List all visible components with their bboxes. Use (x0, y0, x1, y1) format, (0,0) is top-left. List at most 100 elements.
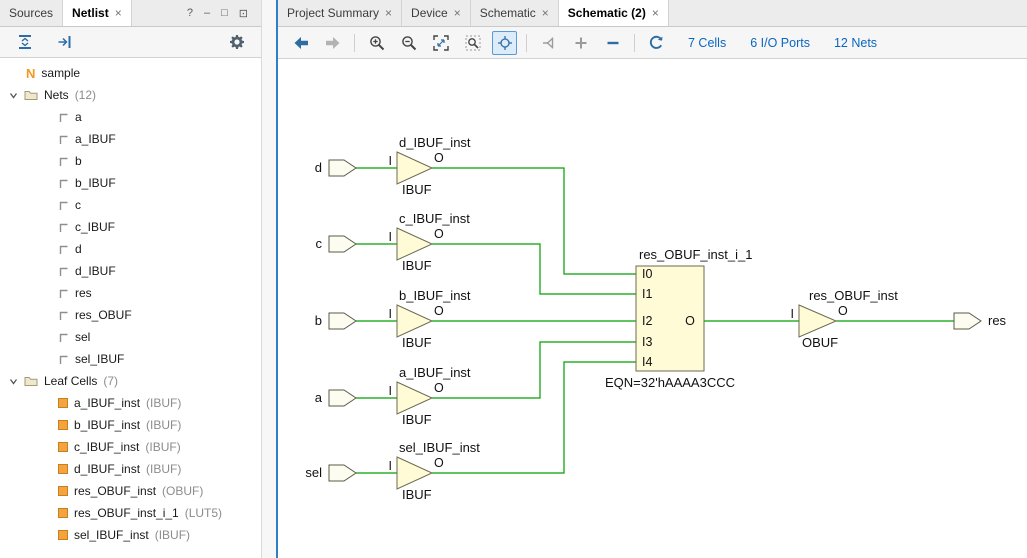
zoom-out-button[interactable] (396, 31, 421, 55)
schematic-toolbar: 7 Cells 6 I/O Ports 12 Nets (278, 27, 1027, 59)
cell-type: (IBUF) (146, 462, 181, 476)
tab-device[interactable]: Device × (402, 0, 471, 26)
wire-sel[interactable] (356, 362, 636, 473)
leaf-cell-item[interactable]: res_OBUF_inst(OBUF) (0, 480, 261, 502)
leaf-cell-item[interactable]: c_IBUF_inst(IBUF) (0, 436, 261, 458)
net-item[interactable]: sel (0, 326, 261, 348)
regenerate-button[interactable] (644, 31, 669, 55)
scroll-to-selected-button[interactable] (52, 30, 77, 54)
panel-splitter[interactable] (262, 0, 276, 558)
cell-name: c_IBUF_inst (74, 440, 139, 454)
net-item[interactable]: c_IBUF (0, 216, 261, 238)
leaf-cell-item[interactable]: b_IBUF_inst(IBUF) (0, 414, 261, 436)
net-item[interactable]: res (0, 282, 261, 304)
tab-label: Schematic (480, 6, 536, 20)
net-item-label: a_IBUF (75, 132, 116, 146)
net-item[interactable]: d_IBUF (0, 260, 261, 282)
schematic-stats: 7 Cells 6 I/O Ports 12 Nets (688, 36, 877, 50)
minimize-icon[interactable]: – (204, 7, 210, 19)
tab-schematic[interactable]: Schematic × (471, 0, 559, 26)
net-item[interactable]: d (0, 238, 261, 260)
lut5-res-obuf-inst-i-1[interactable]: res_OBUF_inst_i_1 I0 I1 I2 I3 I4 O EQN=3… (605, 247, 752, 390)
leaf-cell-item[interactable]: sel_IBUF_inst(IBUF) (0, 524, 261, 546)
cell-type-label: IBUF (402, 258, 432, 273)
collapse-all-button[interactable] (12, 30, 37, 54)
cell-icon (58, 420, 68, 430)
buffer-a-ibuf[interactable]: a_IBUF_inst I O IBUF (389, 365, 471, 427)
close-icon[interactable]: × (652, 6, 659, 20)
toolbar-separator (634, 34, 635, 52)
back-button[interactable] (288, 31, 313, 55)
chevron-down-icon[interactable] (8, 91, 18, 100)
netlist-tabbar: Sources Netlist × ? – □ ⊡ (0, 0, 261, 27)
pin-label-out: O (434, 227, 444, 241)
zoom-to-selection-button[interactable] (460, 31, 485, 55)
net-item[interactable]: a (0, 106, 261, 128)
input-port-d[interactable]: d (315, 160, 356, 176)
zoom-in-button[interactable] (364, 31, 389, 55)
close-icon[interactable]: × (454, 6, 461, 20)
help-icon[interactable]: ? (187, 7, 193, 19)
output-port-res[interactable]: res (954, 313, 1007, 329)
buffer-sel-ibuf[interactable]: sel_IBUF_inst I O IBUF (389, 440, 481, 502)
net-item[interactable]: a_IBUF (0, 128, 261, 150)
tree-item-leaf-cells-folder[interactable]: Leaf Cells (7) (0, 370, 261, 392)
cell-icon (58, 508, 68, 518)
remove-from-schematic-button[interactable] (600, 31, 625, 55)
add-to-schematic-button[interactable] (568, 31, 593, 55)
netlist-panel: Sources Netlist × ? – □ ⊡ (0, 0, 262, 558)
port-label: sel (305, 465, 322, 480)
pin-label-out: O (838, 304, 848, 318)
buffer-c-ibuf[interactable]: c_IBUF_inst I O IBUF (389, 211, 471, 273)
leaf-cell-item[interactable]: d_IBUF_inst(IBUF) (0, 458, 261, 480)
net-item[interactable]: sel_IBUF (0, 348, 261, 370)
input-port-b[interactable]: b (315, 313, 356, 329)
schematic-canvas[interactable]: d c b a sel (278, 59, 1027, 558)
forward-button[interactable] (320, 31, 345, 55)
input-port-c[interactable]: c (316, 236, 357, 252)
chevron-down-icon[interactable] (8, 377, 18, 386)
close-icon[interactable]: × (542, 6, 549, 20)
lut-equation: EQN=32'hAAAA3CCC (605, 375, 735, 390)
obuf-res[interactable]: res_OBUF_inst I O OBUF (791, 288, 899, 350)
net-item[interactable]: res_OBUF (0, 304, 261, 326)
net-item[interactable]: b (0, 150, 261, 172)
maximize-icon[interactable]: ⊡ (239, 7, 248, 20)
leaf-cell-item[interactable]: a_IBUF_inst(IBUF) (0, 392, 261, 414)
zoom-fit-button[interactable] (428, 31, 453, 55)
net-item-label: res (75, 286, 92, 300)
close-icon[interactable]: × (115, 6, 122, 20)
tab-project-summary[interactable]: Project Summary × (278, 0, 402, 26)
input-port-a[interactable]: a (315, 390, 356, 406)
tab-netlist[interactable]: Netlist × (63, 0, 132, 26)
leaf-cell-item[interactable]: res_OBUF_inst_i_1(LUT5) (0, 502, 261, 524)
settings-button[interactable] (224, 30, 249, 54)
pin-label-i0: I0 (642, 267, 652, 281)
instance-name: c_IBUF_inst (399, 211, 470, 226)
tab-sources[interactable]: Sources (0, 0, 63, 26)
net-item[interactable]: c (0, 194, 261, 216)
input-port-sel[interactable]: sel (305, 465, 356, 481)
buffer-d-ibuf[interactable]: d_IBUF_inst I O IBUF (389, 135, 471, 197)
tree-item-nets-folder[interactable]: Nets (12) (0, 84, 261, 106)
net-item[interactable]: b_IBUF (0, 172, 261, 194)
close-icon[interactable]: × (385, 6, 392, 20)
autofit-selection-toggle[interactable] (492, 31, 517, 55)
buffer-b-ibuf[interactable]: b_IBUF_inst I O IBUF (389, 288, 471, 350)
folder-icon (24, 89, 38, 101)
cell-type: (IBUF) (155, 528, 190, 542)
tree-item-root[interactable]: N sample (0, 62, 261, 84)
minus-icon (606, 36, 620, 50)
cell-name: b_IBUF_inst (74, 418, 140, 432)
tab-label: Project Summary (287, 6, 379, 20)
pin-label-out: O (685, 314, 695, 328)
tree-item-label: Leaf Cells (44, 374, 97, 388)
cell-icon (58, 464, 68, 474)
schematic-tabbar: Project Summary × Device × Schematic × S… (278, 0, 1027, 27)
float-window-icon[interactable]: □ (221, 7, 228, 19)
tab-netlist-label: Netlist (72, 6, 109, 20)
io-ports-count: 6 I/O Ports (750, 36, 810, 50)
tab-schematic-2[interactable]: Schematic (2) × (559, 0, 669, 26)
expand-cone-button[interactable] (536, 31, 561, 55)
schematic-drawing[interactable]: d c b a sel (278, 59, 1027, 558)
